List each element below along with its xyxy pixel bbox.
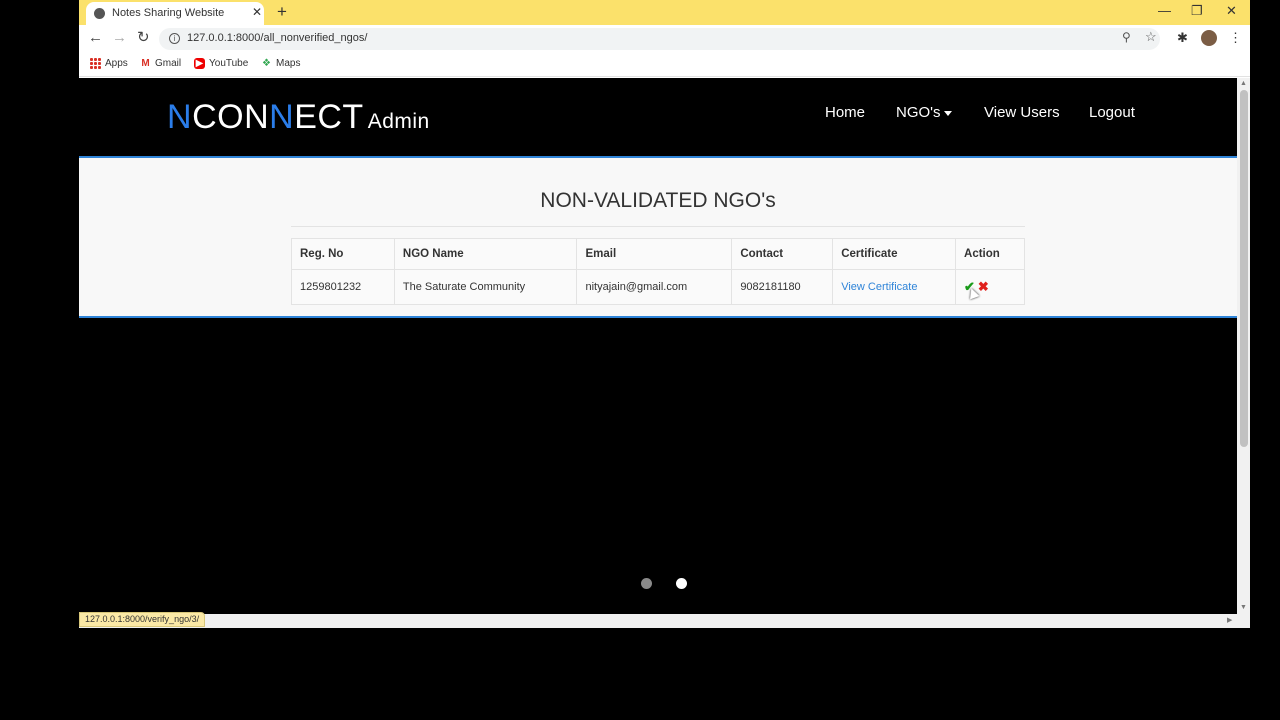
browser-window: Notes Sharing Website ✕ + — ❐ ✕ ← → ↻ i … xyxy=(79,0,1250,628)
scroll-right-icon[interactable]: ▶ xyxy=(1227,616,1232,624)
zoom-icon[interactable]: ⚲ xyxy=(1122,30,1131,44)
bookmark-label: Apps xyxy=(105,58,128,69)
close-window-button[interactable]: ✕ xyxy=(1226,3,1237,19)
gmail-icon: M xyxy=(141,58,150,69)
nav-ngos-dropdown[interactable]: NGO's xyxy=(896,104,952,121)
maps-icon: ❖ xyxy=(262,58,271,69)
info-icon[interactable]: i xyxy=(169,33,180,44)
certificate-cell: View Certificate xyxy=(832,269,957,305)
reload-icon[interactable]: ↻ xyxy=(137,30,150,46)
email-cell: nityajain@gmail.com xyxy=(576,269,733,305)
scroll-down-icon[interactable]: ▼ xyxy=(1240,604,1247,611)
back-icon[interactable]: ← xyxy=(88,30,103,46)
reject-x-icon[interactable]: ✖ xyxy=(978,279,989,294)
extensions-icon[interactable]: ✱ xyxy=(1177,30,1188,46)
reg-no-cell: 1259801232 xyxy=(291,269,395,305)
nav-view-users[interactable]: View Users xyxy=(984,104,1060,121)
caret-down-icon xyxy=(943,110,952,116)
horizontal-scrollbar[interactable]: ▶ xyxy=(79,614,1237,628)
globe-icon xyxy=(94,8,105,19)
scroll-up-icon[interactable]: ▲ xyxy=(1240,80,1247,87)
bookmark-label: YouTube xyxy=(209,58,249,69)
site-header: NCONNECT Admin Home NGO's View Users Logo… xyxy=(79,78,1237,156)
page-title: NON-VALIDATED NGO's xyxy=(540,189,776,212)
nav-logout[interactable]: Logout xyxy=(1089,104,1135,121)
logo-letter: N xyxy=(269,98,295,136)
minimize-button[interactable]: — xyxy=(1158,3,1171,18)
scrollbar-thumb[interactable] xyxy=(1240,90,1248,447)
bookmark-label: Maps xyxy=(276,58,301,69)
status-bar-link-preview: 127.0.0.1:8000/verify_ngo/3/ xyxy=(79,612,206,627)
table-header-row: Reg. No NGO Name Email Contact Certifica… xyxy=(291,238,1025,270)
tab-close-icon[interactable]: ✕ xyxy=(252,5,262,19)
ngo-name-cell: The Saturate Community xyxy=(393,269,578,305)
column-header: Reg. No xyxy=(291,238,395,270)
apps-icon xyxy=(90,58,101,69)
menu-kebab-icon[interactable]: ⋮ xyxy=(1229,30,1242,46)
ngo-table: Reg. No NGO Name Email Contact Certifica… xyxy=(291,238,1025,305)
vertical-scrollbar[interactable]: ▲ ▼ xyxy=(1237,78,1250,628)
bookmark-label: Gmail xyxy=(155,58,182,69)
screen: Notes Sharing Website ✕ + — ❐ ✕ ← → ↻ i … xyxy=(0,0,1280,720)
address-bar[interactable]: i 127.0.0.1:8000/all_nonverified_ngos/ ⚲… xyxy=(159,28,1160,50)
column-header: Email xyxy=(576,238,733,270)
contact-cell: 9082181180 xyxy=(731,269,834,305)
profile-avatar[interactable] xyxy=(1201,30,1217,46)
forward-icon[interactable]: → xyxy=(112,30,127,46)
bookmarks-bar: Apps M Gmail ▶ YouTube ❖ Maps xyxy=(79,53,1250,77)
bookmark-youtube[interactable]: ▶ YouTube xyxy=(194,58,248,69)
column-header: NGO Name xyxy=(393,238,578,270)
column-header: Certificate xyxy=(832,238,957,270)
browser-toolbar: ← → ↻ i 127.0.0.1:8000/all_nonverified_n… xyxy=(79,25,1250,53)
action-cell: ✔ ✖ xyxy=(955,269,1025,305)
bookmark-star-icon[interactable]: ☆ xyxy=(1145,29,1157,45)
nav-home[interactable]: Home xyxy=(825,104,865,121)
column-header: Action xyxy=(955,238,1025,270)
logo-letters: ECT xyxy=(294,98,364,136)
bookmark-apps[interactable]: Apps xyxy=(90,58,128,69)
youtube-icon: ▶ xyxy=(194,58,205,69)
bookmark-gmail[interactable]: M Gmail xyxy=(140,58,181,69)
view-certificate-link[interactable]: View Certificate xyxy=(841,281,917,293)
carousel-dot-1[interactable] xyxy=(641,578,652,589)
browser-tab[interactable]: Notes Sharing Website ✕ xyxy=(86,2,264,25)
table-row: 1259801232 The Saturate Community nityaj… xyxy=(291,269,1025,305)
logo-letter: N xyxy=(167,98,193,136)
divider xyxy=(291,226,1025,227)
tab-bar: Notes Sharing Website ✕ + — ❐ ✕ xyxy=(79,0,1250,25)
url-text[interactable]: 127.0.0.1:8000/all_nonverified_ngos/ xyxy=(187,32,367,44)
column-header: Contact xyxy=(731,238,834,270)
logo-admin-label: Admin xyxy=(367,110,430,133)
page-viewport: NCONNECT Admin Home NGO's View Users Logo… xyxy=(79,78,1237,628)
site-logo[interactable]: NCONNECT Admin xyxy=(167,98,430,137)
bookmark-maps[interactable]: ❖ Maps xyxy=(261,58,300,69)
carousel-dot-2-active[interactable] xyxy=(676,578,687,589)
main-content: NON-VALIDATED NGO's Reg. No NGO Name Ema… xyxy=(79,156,1237,318)
tab-title: Notes Sharing Website xyxy=(112,7,225,19)
logo-letters: CON xyxy=(192,98,270,136)
nav-ngos-label: NGO's xyxy=(896,104,941,121)
new-tab-button[interactable]: + xyxy=(277,3,287,20)
maximize-button[interactable]: ❐ xyxy=(1191,3,1203,19)
